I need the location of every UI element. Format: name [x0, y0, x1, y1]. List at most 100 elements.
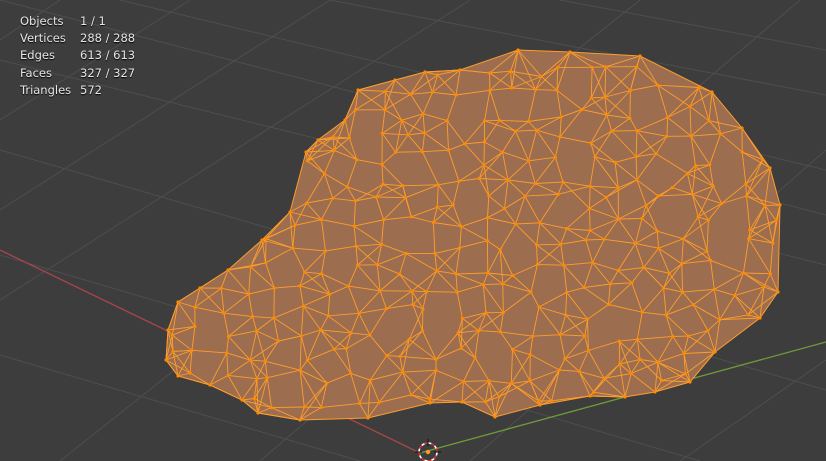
- mesh-vertex: [458, 68, 462, 72]
- mesh-vertex: [383, 89, 387, 93]
- mesh-vertex: [711, 184, 715, 188]
- mesh-vertex: [487, 194, 491, 198]
- mesh-vertex: [584, 238, 588, 242]
- mesh-vertex: [434, 357, 438, 361]
- mesh-vertex: [616, 217, 621, 221]
- mesh-vertex: [226, 334, 231, 338]
- mesh-vertex: [577, 369, 581, 373]
- mesh-vertex: [498, 248, 502, 252]
- mesh-vertex: [605, 113, 609, 117]
- mesh-vertex: [585, 317, 590, 321]
- mesh-vertex: [356, 88, 360, 92]
- mesh-vertex: [497, 395, 501, 399]
- mesh-vertex: [400, 118, 404, 122]
- mesh-vertex: [251, 315, 255, 319]
- mesh-vertex: [176, 374, 180, 378]
- mesh-vertex: [604, 195, 608, 199]
- mesh-vertex: [454, 93, 458, 97]
- mesh-vertex: [588, 228, 592, 233]
- mesh-vertex: [352, 224, 356, 228]
- mesh-vertex: [633, 241, 638, 246]
- mesh-vertex: [559, 242, 563, 246]
- mesh-vertex: [305, 358, 309, 362]
- mesh-vertex: [433, 251, 437, 255]
- mesh-vertex: [368, 378, 372, 382]
- mesh-vertex: [276, 339, 280, 343]
- mesh-vertex: [482, 140, 486, 144]
- mesh-vertex: [705, 249, 709, 253]
- mesh-vertex: [409, 393, 413, 397]
- mesh-vertex: [556, 192, 560, 196]
- mesh-vertex: [256, 411, 260, 415]
- mesh-vertex: [608, 282, 612, 286]
- mesh-vertex: [535, 128, 539, 132]
- mesh-vertex: [322, 171, 326, 176]
- selected-mesh-object[interactable]: [164, 48, 782, 422]
- mesh-vertex: [298, 418, 302, 422]
- mesh-vertex: [486, 271, 490, 275]
- mesh-vertex: [445, 119, 449, 123]
- mesh-vertex: [482, 119, 487, 123]
- mesh-vertex: [689, 134, 693, 138]
- mesh-vertex: [606, 302, 611, 307]
- mesh-vertex: [291, 246, 295, 250]
- mesh-vertex: [758, 316, 762, 320]
- stat-label: Triangles: [20, 82, 72, 97]
- mesh-vertex: [497, 118, 501, 122]
- mesh-vertex: [580, 108, 584, 112]
- mesh-vertex: [356, 263, 360, 267]
- mesh-vertex: [304, 150, 308, 154]
- mesh-vertex: [509, 381, 513, 386]
- mesh-vertex: [514, 222, 518, 226]
- mesh-vertex: [332, 148, 336, 152]
- mesh-vertex: [380, 131, 384, 135]
- mesh-vertex: [346, 284, 350, 288]
- mesh-vertex: [298, 368, 302, 372]
- mesh-vertex: [407, 337, 411, 341]
- mesh-vertex: [693, 164, 698, 168]
- mesh-vertex: [510, 347, 515, 351]
- mesh-vertex: [446, 148, 451, 152]
- mesh-vertex: [481, 283, 485, 287]
- mesh-vertex: [654, 152, 658, 156]
- mesh-vertex: [380, 242, 384, 246]
- mesh-vertex: [740, 126, 744, 130]
- mesh-edge: [537, 264, 564, 266]
- mesh-vertex: [768, 166, 772, 170]
- stat-row-edges: Edges 613 / 613: [20, 47, 135, 64]
- mesh-vertex: [408, 92, 413, 96]
- mesh-vertex: [319, 405, 323, 409]
- mesh-vertex: [409, 215, 413, 219]
- mesh-vertex: [774, 218, 778, 222]
- 3d-viewport[interactable]: Objects 1 / 1 Vertices 288 / 288 Edges 613 …: [0, 0, 826, 461]
- mesh-vertex: [328, 292, 332, 296]
- mesh-vertex: [302, 405, 306, 409]
- mesh-vertex: [459, 346, 463, 350]
- mesh-vertex: [535, 243, 539, 247]
- mesh-vertex: [488, 71, 492, 75]
- mesh-vertex: [488, 88, 492, 92]
- mesh-vertex: [635, 65, 639, 69]
- mesh-vertex: [628, 116, 632, 120]
- stat-value: 613 / 613: [80, 48, 136, 63]
- mesh-vertex: [190, 348, 194, 352]
- mesh-vertex: [193, 305, 197, 309]
- mesh-vertex: [353, 108, 357, 112]
- mesh-vertex: [556, 65, 560, 69]
- mesh-vertex: [430, 90, 434, 94]
- 3d-cursor-icon[interactable]: [415, 439, 441, 461]
- mesh-vertex: [293, 223, 297, 227]
- mesh-vertex: [680, 262, 684, 266]
- mesh-vertex: [506, 178, 510, 182]
- mesh-vertex: [410, 289, 414, 293]
- statistics-overlay: Objects 1 / 1 Vertices 288 / 288 Edges 613 …: [20, 13, 135, 99]
- mesh-vertex: [385, 354, 389, 358]
- mesh-vertex: [401, 370, 405, 374]
- mesh-vertex: [319, 218, 324, 222]
- mesh-vertex: [559, 115, 563, 119]
- mesh-vertex: [493, 415, 497, 419]
- mesh-vertex: [589, 96, 593, 100]
- mesh-vertex: [485, 216, 490, 220]
- mesh-vertex: [420, 150, 424, 154]
- mesh-vertex: [720, 201, 724, 206]
